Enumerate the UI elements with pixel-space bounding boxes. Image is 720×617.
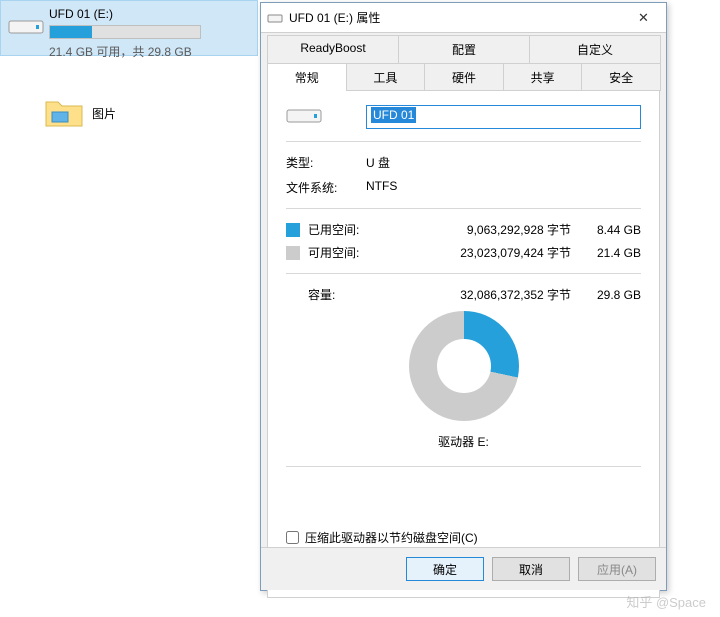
volume-name-input[interactable]: UFD 01 bbox=[366, 105, 641, 129]
ok-button[interactable]: 确定 bbox=[406, 557, 484, 581]
fs-label: 文件系统: bbox=[286, 179, 366, 196]
tab-sharing[interactable]: 共享 bbox=[503, 63, 583, 91]
donut-icon bbox=[409, 311, 519, 421]
apply-button[interactable]: 应用(A) bbox=[578, 557, 656, 581]
compress-label: 压缩此驱动器以节约磁盘空间(C) bbox=[305, 529, 478, 546]
explorer-folder-item[interactable]: 图片 bbox=[44, 96, 116, 131]
tab-readyboost[interactable]: ReadyBoost bbox=[267, 35, 399, 63]
watermark: 知乎 @Space bbox=[626, 592, 706, 611]
capacity-fill bbox=[50, 26, 92, 38]
titlebar[interactable]: UFD 01 (E:) 属性 ✕ bbox=[261, 3, 666, 33]
explorer-drive-item[interactable]: UFD 01 (E:) 21.4 GB 可用，共 29.8 GB bbox=[0, 0, 258, 56]
capacity-text: 21.4 GB 可用，共 29.8 GB bbox=[49, 43, 251, 60]
free-label: 可用空间: bbox=[308, 244, 380, 261]
used-human: 8.44 GB bbox=[585, 223, 641, 237]
type-value: U 盘 bbox=[366, 154, 641, 171]
folder-label: 图片 bbox=[92, 105, 116, 122]
free-swatch-icon bbox=[286, 246, 300, 260]
divider bbox=[286, 208, 641, 209]
tab-quota[interactable]: 配置 bbox=[398, 35, 530, 63]
capacity-bar bbox=[49, 25, 201, 39]
divider bbox=[286, 141, 641, 142]
cancel-button[interactable]: 取消 bbox=[492, 557, 570, 581]
usage-chart: 驱动器 E: bbox=[286, 311, 641, 450]
explorer-panel: UFD 01 (E:) 21.4 GB 可用，共 29.8 GB 图片 bbox=[0, 0, 258, 617]
chart-label: 驱动器 E: bbox=[438, 433, 489, 450]
compress-checkbox[interactable] bbox=[286, 531, 299, 544]
tab-general[interactable]: 常规 bbox=[267, 63, 347, 91]
drive-small-icon bbox=[267, 10, 283, 26]
used-swatch-icon bbox=[286, 223, 300, 237]
folder-icon bbox=[44, 96, 84, 131]
drive-icon bbox=[8, 15, 44, 37]
free-human: 21.4 GB bbox=[585, 246, 641, 260]
compress-checkbox-row[interactable]: 压缩此驱动器以节约磁盘空间(C) bbox=[286, 529, 641, 546]
used-label: 已用空间: bbox=[308, 221, 380, 238]
divider bbox=[286, 466, 641, 467]
close-button[interactable]: ✕ bbox=[621, 3, 666, 32]
tab-customize[interactable]: 自定义 bbox=[529, 35, 661, 63]
tab-security[interactable]: 安全 bbox=[581, 63, 661, 91]
properties-dialog: UFD 01 (E:) 属性 ✕ ReadyBoost 配置 自定义 常规 工具… bbox=[260, 2, 667, 591]
divider bbox=[286, 273, 641, 274]
cap-human: 29.8 GB bbox=[585, 288, 641, 302]
general-pane: UFD 01 类型:U 盘 文件系统:NTFS 已用空间: 9,063,292,… bbox=[267, 90, 660, 598]
drive-icon-large bbox=[286, 106, 366, 129]
used-bytes: 9,063,292,928 字节 bbox=[380, 221, 585, 238]
cap-label: 容量: bbox=[308, 286, 380, 303]
fs-value: NTFS bbox=[366, 179, 641, 196]
close-icon: ✕ bbox=[638, 10, 649, 26]
tab-area: ReadyBoost 配置 自定义 常规 工具 硬件 共享 安全 bbox=[261, 33, 666, 91]
type-label: 类型: bbox=[286, 154, 366, 171]
titlebar-text: UFD 01 (E:) 属性 bbox=[289, 9, 621, 26]
free-bytes: 23,023,079,424 字节 bbox=[380, 244, 585, 261]
dialog-buttons: 确定 取消 应用(A) bbox=[261, 547, 666, 590]
drive-title: UFD 01 (E:) bbox=[49, 7, 251, 21]
tab-hardware[interactable]: 硬件 bbox=[424, 63, 504, 91]
tab-tools[interactable]: 工具 bbox=[346, 63, 426, 91]
cap-bytes: 32,086,372,352 字节 bbox=[380, 286, 585, 303]
